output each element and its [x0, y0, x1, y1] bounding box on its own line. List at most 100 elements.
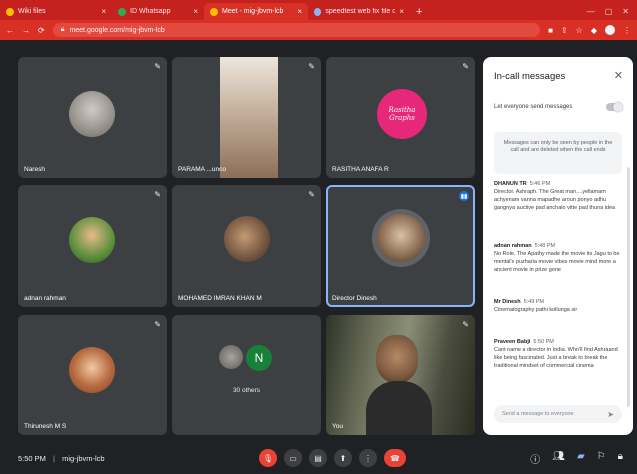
star-icon[interactable]: ☆	[576, 26, 583, 35]
camera-icon[interactable]: ■	[548, 26, 553, 35]
people-icon[interactable]: 👥︎	[552, 451, 565, 466]
pin-icon[interactable]: ✎	[154, 320, 161, 329]
participant-avatar	[69, 347, 115, 393]
browser-tab[interactable]: speedtest web fix file check... ×	[308, 3, 410, 20]
participant-name: MOHAMED IMRAN KHAN M	[178, 295, 262, 302]
participant-name: You	[332, 423, 343, 430]
pin-icon[interactable]: ✎	[154, 62, 161, 71]
browser-tab[interactable]: ID Whatsapp ×	[112, 3, 204, 20]
chat-message: adnan rahman 5:48 PM No Role. The Apathy …	[494, 243, 622, 275]
host-controls-icon[interactable]: 🔒︎	[618, 451, 623, 466]
others-tile[interactable]: N 30 others	[172, 315, 321, 435]
participant-avatar	[69, 217, 115, 263]
pin-icon[interactable]: ✎	[154, 190, 161, 199]
browser-tab[interactable]: Wiki files ×	[0, 3, 112, 20]
participant-name: Director Dinesh	[332, 295, 377, 302]
close-window-icon[interactable]: ✕	[622, 7, 629, 16]
participant-avatar	[69, 91, 115, 137]
tab-favicon-icon	[6, 7, 14, 16]
more-options-button[interactable]: ⋮	[359, 449, 377, 467]
leave-call-button[interactable]: ☎	[384, 449, 406, 467]
profile-avatar[interactable]	[605, 25, 615, 35]
message-text: No Role. The Apathy made the movie its J…	[494, 251, 620, 273]
message-sender: adnan rahman	[494, 243, 532, 249]
mic-off-button[interactable]: 🎙︎	[259, 449, 277, 467]
pin-icon[interactable]: ✎	[308, 190, 315, 199]
message-time: 5:50 PM	[533, 339, 554, 345]
url-bar[interactable]: 🔒︎ meet.google.com/mig-jbvm-lcb	[52, 23, 541, 37]
chat-message: DHANUN TR 5:46 PM Director. Ashraph. The …	[494, 181, 622, 213]
participant-tile[interactable]: ✎ Naresh	[18, 57, 167, 178]
captions-button[interactable]: ▤	[309, 449, 327, 467]
phone-hangup-icon: ☎	[390, 453, 400, 463]
close-tab-icon[interactable]: ×	[297, 7, 302, 16]
tab-title: speedtest web fix file check...	[325, 8, 396, 15]
message-header: Mr Dinesh 5:49 PM	[494, 299, 622, 305]
message-text: Director. Ashraph. The Great man....yell…	[494, 189, 616, 211]
participant-tile[interactable]: ✎ Thirunesh M S	[18, 315, 167, 435]
maximize-icon[interactable]: ▢	[605, 7, 613, 16]
chat-icon[interactable]: ▰	[577, 451, 585, 466]
pin-icon[interactable]: ✎	[308, 62, 315, 71]
others-count: 30 others	[232, 387, 261, 394]
extension-icon[interactable]: ◆	[591, 26, 597, 35]
participant-tile[interactable]: Rasitha Graphs ✎ RASITHA ANAFA R	[326, 57, 475, 178]
present-button[interactable]: ⬆	[334, 449, 352, 467]
participant-initial-avatar: N	[246, 345, 272, 371]
panel-title: In-call messages	[494, 71, 566, 82]
message-time: 5:49 PM	[523, 299, 545, 305]
panel-scrollbar[interactable]	[627, 167, 630, 407]
participant-tile[interactable]: ✎ MOHAMED IMRAN KHAN M	[172, 185, 321, 307]
pin-icon[interactable]: ✎	[462, 320, 469, 329]
participant-avatar	[377, 214, 425, 262]
message-sender: DHANUN TR	[494, 181, 527, 187]
camera-button[interactable]: ▭	[284, 449, 302, 467]
participant-tile[interactable]: ✎ adnan rahman	[18, 185, 167, 307]
tab-favicon-icon	[118, 7, 126, 16]
message-time: 5:48 PM	[534, 243, 556, 249]
present-icon: ⬆	[339, 453, 347, 463]
in-call-messages-panel: In-call messages ✕ Let everyone send mes…	[483, 57, 633, 435]
call-controls: 🎙︎ ▭ ▤ ⬆ ⋮ ☎	[259, 449, 406, 467]
send-message-input[interactable]: Send a message to everyone ➤	[494, 405, 622, 423]
new-tab-button[interactable]: +	[410, 3, 428, 20]
close-tab-icon[interactable]: ×	[101, 7, 106, 16]
send-placeholder: Send a message to everyone	[502, 411, 574, 417]
participant-avatar	[219, 345, 243, 369]
activities-icon[interactable]: ⚐	[597, 451, 606, 466]
reload-icon[interactable]: ⟳	[38, 26, 45, 35]
close-tab-icon[interactable]: ×	[193, 7, 198, 16]
participant-video	[220, 57, 278, 178]
share-icon[interactable]: ⇪	[561, 26, 568, 35]
info-icon[interactable]: ⓘ	[530, 451, 540, 466]
message-header: Praveen Babji 5:50 PM	[494, 339, 622, 345]
captions-icon: ▤	[314, 453, 322, 463]
menu-icon[interactable]: ⋮	[623, 26, 631, 35]
speaking-indicator-icon: ▮▮	[459, 191, 469, 201]
meeting-controls-bar: 5:50 PM | mig-jbvm-lcb 🎙︎ ▭ ▤ ⬆ ⋮ ☎ ⓘ 👥︎…	[0, 443, 637, 474]
self-shirt	[366, 381, 432, 435]
close-icon[interactable]: ✕	[614, 69, 623, 82]
self-tile[interactable]: ✎ You	[326, 315, 475, 435]
browser-tab-active[interactable]: Meet - mig-jbvm-lcb ×	[204, 3, 308, 20]
tab-favicon-icon	[314, 7, 322, 16]
forward-icon[interactable]: →	[22, 26, 30, 35]
messages-notice: Messages can only be seen by people in t…	[494, 132, 622, 174]
minimize-icon[interactable]: —	[587, 7, 595, 16]
pin-icon[interactable]: ✎	[462, 62, 469, 71]
brand-logo: Rasitha Graphs	[377, 89, 427, 139]
tab-title: Meet - mig-jbvm-lcb	[222, 8, 284, 15]
side-controls: ⓘ 👥︎ ▰ ⚐ 🔒︎	[530, 451, 623, 466]
send-messages-toggle[interactable]	[606, 102, 623, 112]
participant-tile-speaking[interactable]: ▮▮ Director Dinesh	[326, 185, 475, 307]
close-tab-icon[interactable]: ×	[399, 7, 404, 16]
participant-avatar	[224, 216, 270, 262]
current-time: 5:50 PM	[18, 454, 46, 463]
send-icon[interactable]: ➤	[607, 410, 614, 419]
toggle-label: Let everyone send messages	[494, 104, 573, 110]
divider: |	[53, 454, 55, 463]
participant-tile[interactable]: ✎ PARAMA ...unco	[172, 57, 321, 178]
browser-tabbar: Wiki files × ID Whatsapp × Meet - mig-jb…	[0, 0, 637, 20]
avatar-initial: N	[254, 351, 264, 365]
back-icon[interactable]: ←	[6, 26, 14, 35]
